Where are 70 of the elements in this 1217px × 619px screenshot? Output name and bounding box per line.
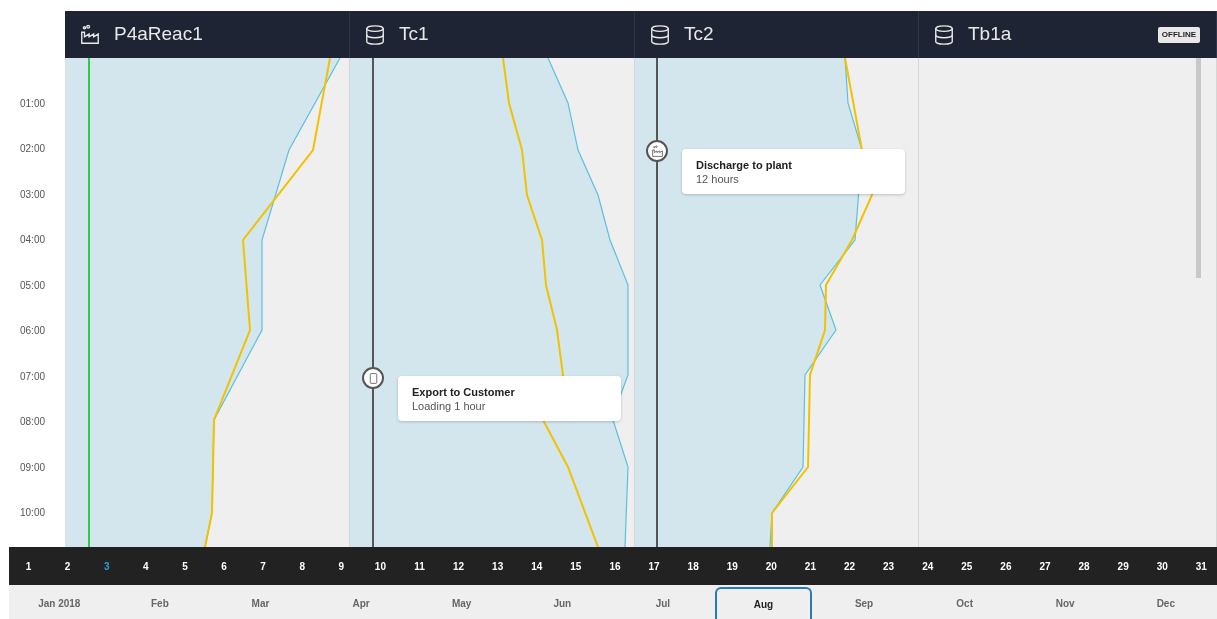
hour-label: 05:00	[20, 278, 45, 293]
day-button[interactable]: 23	[869, 558, 909, 574]
day-button[interactable]: 9	[321, 558, 361, 574]
day-button[interactable]: 4	[126, 558, 166, 574]
database-icon	[364, 23, 386, 46]
day-button[interactable]: 10	[360, 558, 400, 574]
day-button[interactable]: 16	[595, 558, 635, 574]
column-title: P4aReac1	[114, 22, 203, 47]
status-badge: OFFLINE	[1157, 26, 1200, 43]
hour-label: 02:00	[20, 142, 45, 156]
event-card[interactable]: Export to Customer Loading 1 hour	[398, 376, 621, 421]
column-title: Tc2	[684, 22, 714, 47]
column-title: Tc1	[399, 22, 429, 47]
month-button[interactable]: Aug	[714, 587, 812, 619]
day-button[interactable]: 26	[986, 558, 1026, 574]
scrollbar-thumb[interactable]	[1196, 58, 1201, 278]
database-icon	[933, 23, 955, 46]
hour-label: 06:00	[20, 324, 45, 338]
day-button[interactable]: 7	[243, 558, 283, 574]
hour-label: 09:00	[20, 460, 45, 475]
day-button[interactable]: 13	[478, 558, 518, 574]
day-button[interactable]: 29	[1103, 558, 1143, 574]
database-icon	[649, 23, 671, 46]
month-button[interactable]: Mar	[212, 587, 309, 619]
day-button[interactable]: 24	[908, 558, 948, 574]
factory-icon	[650, 144, 664, 158]
event-duration: Loading 1 hour	[412, 399, 487, 413]
hour-label: 07:00	[20, 369, 45, 384]
day-button[interactable]: 22	[829, 558, 870, 574]
hour-label: 04:00	[20, 233, 45, 247]
hour-label: 10:00	[20, 506, 45, 520]
day-button[interactable]: 18	[673, 558, 713, 574]
day-button[interactable]: 17	[634, 558, 674, 574]
day-button[interactable]: 15	[556, 558, 596, 574]
day-button[interactable]: 14	[517, 558, 557, 574]
day-button[interactable]: 12	[439, 558, 479, 574]
factory-icon	[79, 23, 101, 46]
day-button[interactable]: 21	[790, 558, 830, 574]
column-title: Tb1a	[968, 22, 1012, 47]
month-button[interactable]: Oct	[916, 587, 1014, 619]
day-button[interactable]: 25	[947, 558, 987, 574]
event-duration: 12 hours	[696, 172, 740, 186]
month-button[interactable]: Sep	[815, 587, 913, 619]
day-button[interactable]: 19	[712, 558, 752, 574]
day-button[interactable]: 5	[165, 558, 205, 574]
month-button[interactable]: Dec	[1117, 587, 1215, 619]
day-button[interactable]: 2	[48, 558, 88, 574]
day-button[interactable]: 28	[1064, 558, 1104, 574]
event-title: Discharge to plant	[696, 158, 793, 172]
day-button[interactable]: 31	[1181, 558, 1217, 574]
day-button[interactable]: 6	[204, 558, 244, 574]
hour-label: 03:00	[20, 187, 45, 202]
month-button[interactable]: Nov	[1016, 587, 1114, 619]
hour-label: 08:00	[20, 415, 45, 429]
day-button[interactable]: 11	[399, 558, 440, 574]
month-button[interactable]: Jul	[614, 587, 712, 619]
event-title: Export to Customer	[412, 385, 516, 399]
hour-label: 01:00	[20, 96, 45, 111]
month-button[interactable]: Apr	[312, 587, 410, 619]
day-button[interactable]: 1	[9, 558, 49, 574]
day-button[interactable]: 3	[87, 558, 127, 574]
day-button[interactable]: 8	[282, 558, 322, 574]
month-button[interactable]: Feb	[111, 587, 209, 619]
event-card[interactable]: Discharge to plant 12 hours	[682, 149, 905, 194]
month-button[interactable]: Jan 2018	[10, 587, 108, 619]
day-button[interactable]: 30	[1142, 558, 1182, 574]
day-button[interactable]: 27	[1025, 558, 1065, 574]
day-button[interactable]: 20	[751, 558, 791, 574]
month-button[interactable]: May	[413, 587, 511, 619]
month-button[interactable]: Jun	[513, 587, 611, 619]
